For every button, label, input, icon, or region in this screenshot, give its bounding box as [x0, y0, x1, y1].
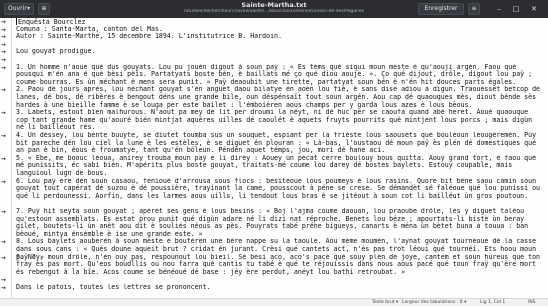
newline-arrow-icon: → [1, 62, 6, 72]
tab-width-selector[interactable]: Largeur des tabulations : 8 ▾ [402, 299, 466, 306]
newline-arrow-icon: → [1, 85, 6, 95]
text-line: Comuna : Santa-Marta, canton del Mas. [16, 25, 163, 33]
paragraph-6: 6. Lou paÿ ère dén soun casaou, fénioué … [16, 177, 541, 200]
maximize-icon[interactable]: □ [510, 3, 522, 15]
text-line: Dans le patois, toutes les lettres se pr… [16, 284, 211, 291]
editor-area[interactable]: → → → → → → → → → → → → → → → → → Enquês… [0, 18, 548, 298]
insert-mode-indicator[interactable]: INS [528, 299, 536, 306]
open-button[interactable]: Ouvrir ▾ [4, 3, 34, 15]
chevron-down-icon: ▾ [26, 5, 30, 12]
open-button-label: Ouvrir [8, 5, 27, 12]
newline-arrow-icon: → [1, 283, 6, 292]
text-editor-window: Ouvrir ▾ ⊕ Sainte-Martha.txt /Studies/Re… [0, 0, 548, 306]
save-button[interactable]: Enregistrer [418, 3, 464, 15]
paragraph-3: 3. Labets, estout bien malhurous. N'aout… [16, 109, 537, 132]
window-title: Sainte-Martha.txt [241, 1, 307, 9]
paragraph-4: 4. Un déssey, lou bénte buuyte, se diute… [16, 132, 541, 155]
file-path: /Studies/Rechercheur/Travail/Sainte…/Bou… [183, 9, 365, 14]
newline-arrow-icon: → [1, 153, 6, 163]
newline-arrow-icon: → [1, 131, 6, 140]
cursor-position: Lig 1, Col 1 [480, 300, 506, 305]
paragraph-2: 2. Paou dé jours après, lou néchant gouy… [16, 86, 541, 109]
close-icon[interactable]: ✕ [528, 3, 540, 15]
minimize-icon[interactable]: – [493, 3, 505, 15]
text-line: Lou gouyat prodigue. [16, 48, 96, 56]
new-tab-icon[interactable]: ⊕ [38, 3, 50, 15]
title-bar: Ouvrir ▾ ⊕ Sainte-Martha.txt /Studies/Re… [0, 0, 548, 18]
newline-arrow-icon: → [1, 237, 6, 247]
newline-arrow-icon: → [1, 252, 6, 262]
paragraph-1: 1. Un homme n'aouè qué dus gouyats. Lou … [16, 63, 537, 86]
line-gutter: → → → → → → → → → → → → → → → → → [0, 18, 12, 298]
paragraph-7: 7. Puÿ hit seyta soun gouyat ; apérèt se… [16, 208, 533, 238]
newline-arrow-icon: → [1, 108, 6, 118]
text-line: Autor : Sainte-Marthe, 15 décembre 1894.… [16, 33, 282, 41]
paragraph-5: 5. « Ébe, me boouc lèoua, anirey trouba … [16, 154, 541, 177]
newline-arrow-icon: → [1, 176, 6, 186]
newline-arrow-icon: → [1, 207, 6, 216]
text-cursor [16, 18, 17, 25]
language-format-selector[interactable]: Texte brut ▾ [372, 299, 398, 306]
paragraph-9: 9. Noy, moun drôle, n'én ouy pas, réspou… [16, 253, 541, 276]
status-bar: Texte brut ▾ Largeur des tabulations : 8… [0, 298, 548, 306]
hamburger-menu-icon[interactable]: ≡ [468, 3, 480, 15]
